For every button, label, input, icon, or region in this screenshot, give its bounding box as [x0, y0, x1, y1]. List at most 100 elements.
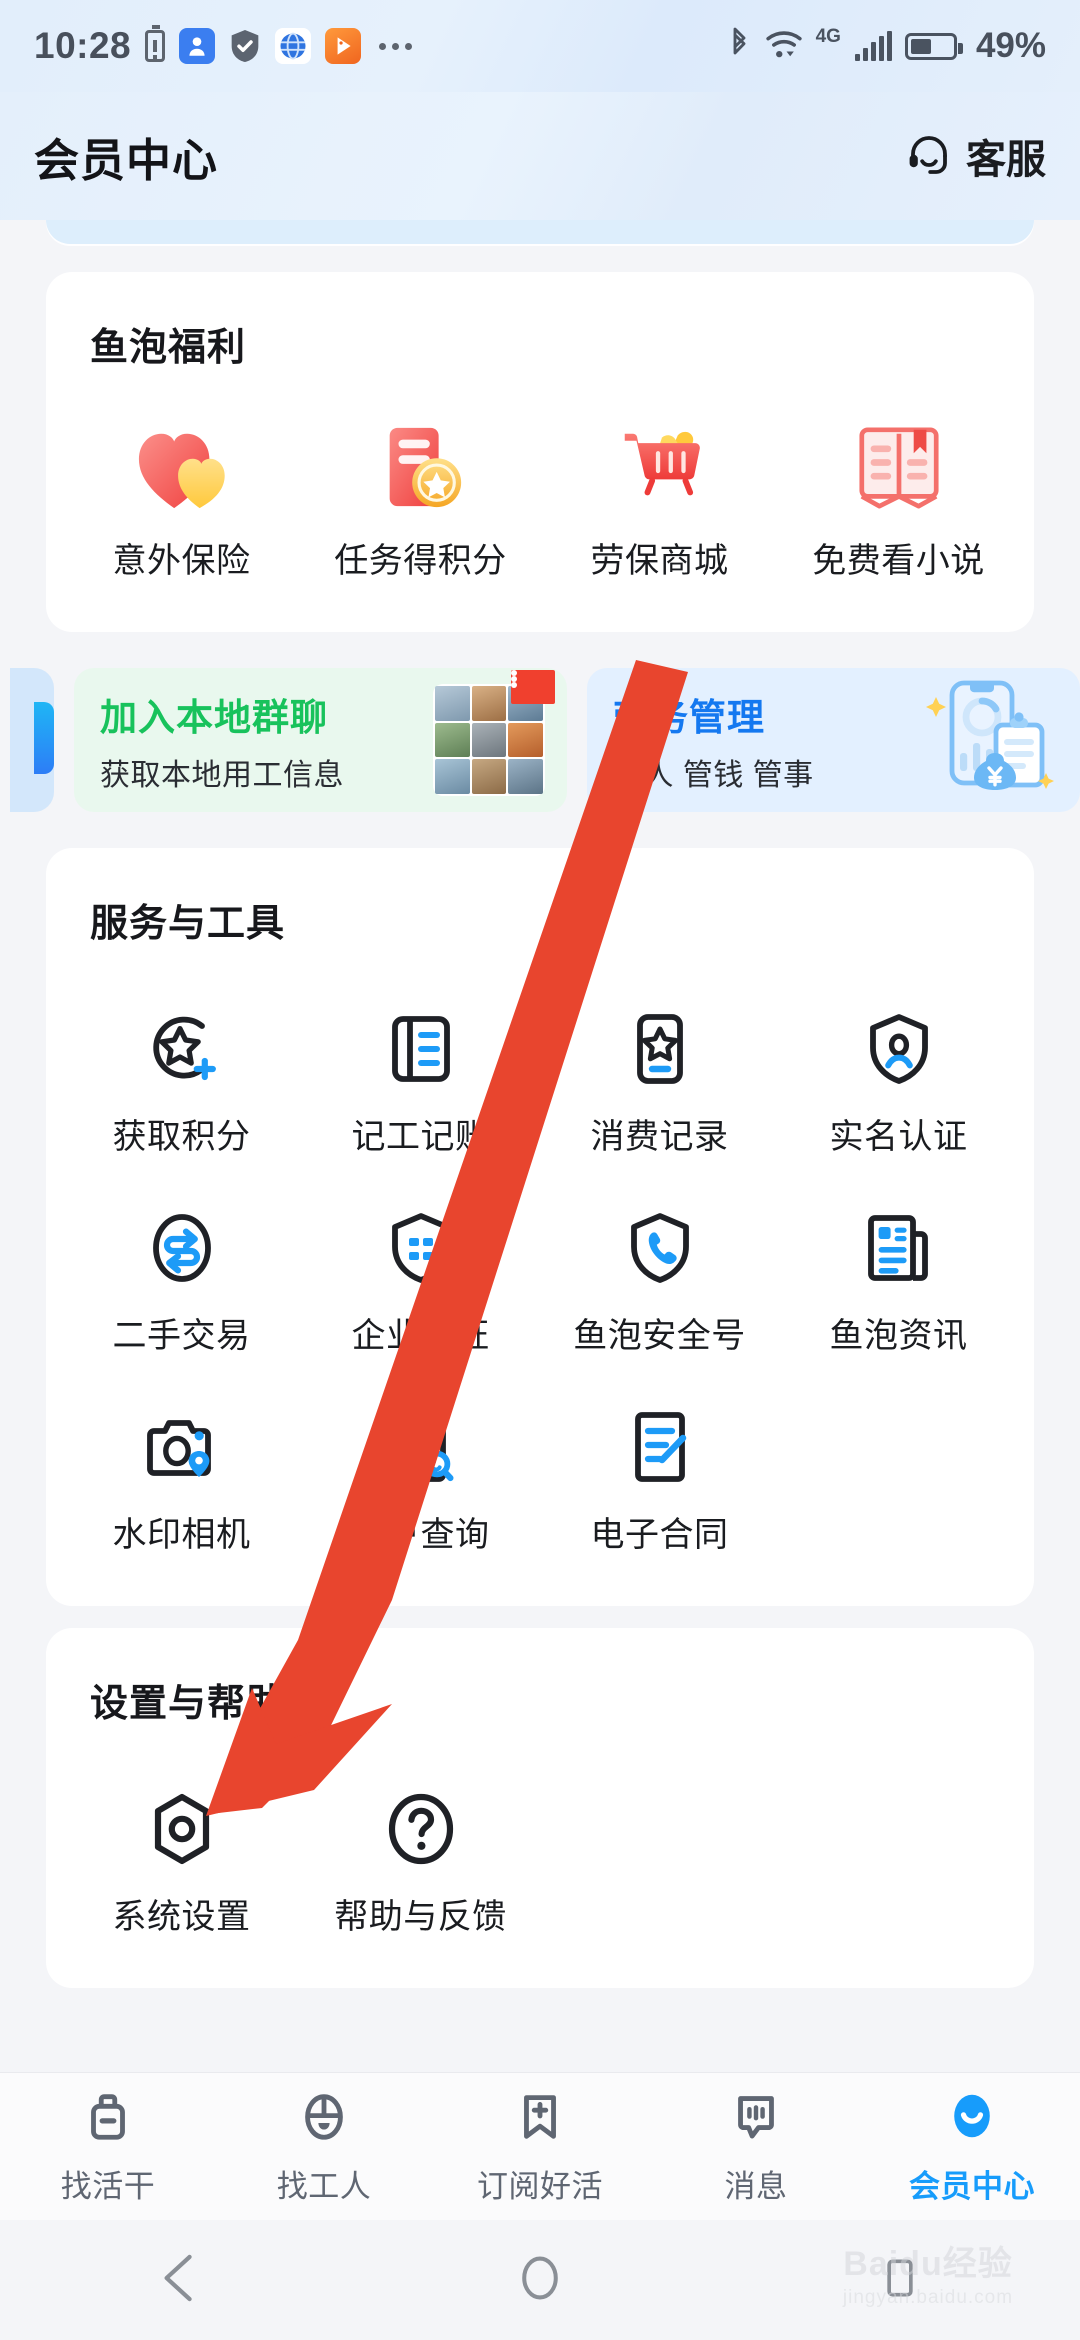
video-play-app-icon	[325, 28, 362, 64]
service-item-real-name-auth[interactable]: 实名认证	[779, 973, 1018, 1172]
services-grid: 获取积分 记工记账 消费记录 实名认证 二手交易 企业认证 鱼泡安全号 鱼泡资讯…	[46, 947, 1034, 1606]
settings-item-system-settings[interactable]: 系统设置	[62, 1753, 301, 1952]
settings-item-label: 帮助与反馈	[334, 1898, 507, 1936]
news-document-icon	[859, 1194, 939, 1288]
star-card-icon	[620, 995, 700, 1089]
location-app-icon	[179, 28, 216, 64]
service-item-company-auth[interactable]: 企业认证	[301, 1172, 540, 1371]
battery-percent-label: 49%	[975, 26, 1046, 65]
tab-member-center[interactable]: 会员中心	[864, 2087, 1080, 2206]
bottom-tab-bar: 找活干 找工人 订阅好活 消息 会员中心	[0, 2072, 1080, 2220]
browser-globe-icon	[275, 28, 312, 64]
phone-screen: 10:28 4G 49% 会员中心 客服 鱼泡福利 意外保险 任务得积分 劳保商…	[0, 0, 1080, 2340]
service-item-user-search[interactable]: 用户查询	[301, 1371, 540, 1570]
services-card: 服务与工具 获取积分 记工记账 消费记录 实名认证 二手交易 企业认证 鱼泡安全…	[46, 848, 1034, 1606]
service-item-work-ledger[interactable]: 记工记账	[301, 973, 540, 1172]
welfare-item-insurance[interactable]: 意外保险	[62, 397, 301, 596]
service-item-label: 水印相机	[112, 1516, 251, 1554]
shield-phone-icon	[620, 1194, 700, 1288]
services-section-title: 服务与工具	[90, 903, 286, 945]
nav-home-button[interactable]	[360, 2253, 720, 2308]
welfare-item-label: 任务得积分	[334, 542, 507, 580]
service-item-label: 电子合同	[590, 1516, 729, 1554]
service-item-news[interactable]: 鱼泡资讯	[779, 1172, 1018, 1371]
person-search-icon	[381, 1393, 461, 1487]
hardhat-icon	[295, 2087, 353, 2150]
service-item-e-contract[interactable]: 电子合同	[540, 1371, 779, 1570]
camera-location-icon	[142, 1393, 222, 1487]
ledger-book-icon	[381, 995, 461, 1089]
service-item-label: 记工记账	[351, 1118, 490, 1156]
banner-previous-peek[interactable]	[10, 668, 54, 812]
service-item-second-hand[interactable]: 二手交易	[62, 1172, 301, 1371]
banner-title: 加入本地群聊	[100, 696, 328, 738]
partial-card-above[interactable]	[46, 220, 1034, 244]
service-item-get-points[interactable]: 获取积分	[62, 973, 301, 1172]
service-item-label: 鱼泡安全号	[573, 1317, 746, 1355]
customer-service-label: 客服	[966, 138, 1046, 182]
battery-alert-icon	[145, 25, 166, 62]
settings-section-title: 设置与帮助	[90, 1683, 286, 1725]
contract-pen-icon	[620, 1393, 700, 1487]
service-item-watermark-camera[interactable]: 水印相机	[62, 1371, 301, 1570]
page-title: 会员中心	[34, 134, 219, 186]
tab-label: 找活干	[60, 2169, 156, 2204]
chat-bubble-icon	[727, 2087, 785, 2150]
nav-back-button[interactable]	[0, 2253, 360, 2308]
tab-label: 会员中心	[909, 2169, 1035, 2204]
settings-item-help-feedback[interactable]: 帮助与反馈	[301, 1753, 540, 1952]
welfare-grid: 意外保险 任务得积分 劳保商城 免费看小说	[46, 371, 1034, 632]
welfare-item-mall[interactable]: 劳保商城	[540, 397, 779, 596]
service-item-label: 实名认证	[829, 1118, 968, 1156]
banner-labor-management[interactable]: 劳务管理 管人 管钱 管事	[587, 668, 1080, 812]
gear-hex-icon	[142, 1775, 222, 1869]
welfare-item-novel[interactable]: 免费看小说	[779, 397, 1018, 596]
welfare-item-task-points[interactable]: 任务得积分	[301, 397, 540, 596]
nav-recents-button[interactable]	[720, 2253, 1080, 2308]
status-bar: 10:28 4G 49%	[0, 0, 1080, 92]
tab-messages[interactable]: 消息	[648, 2087, 864, 2206]
scroll-content[interactable]: 鱼泡福利 意外保险 任务得积分 劳保商城 免费看小说 加入本地群聊 获取本地用工…	[0, 220, 1080, 2072]
status-bar-right: 4G 49%	[727, 26, 1046, 67]
customer-service-button[interactable]: 客服	[905, 127, 1046, 185]
settings-item-label: 系统设置	[112, 1898, 251, 1936]
page-header: 会员中心 客服	[0, 92, 1080, 220]
settings-card: 设置与帮助 系统设置 帮助与反馈	[46, 1628, 1034, 1988]
welfare-item-label: 免费看小说	[812, 542, 985, 580]
network-type-label: 4G	[815, 25, 841, 47]
banner-title: 劳务管理	[613, 696, 765, 738]
status-time: 10:28	[34, 25, 132, 66]
tab-subscribe-jobs[interactable]: 订阅好活	[432, 2087, 648, 2206]
welfare-section-title: 鱼泡福利	[90, 327, 247, 369]
shield-check-icon	[229, 28, 261, 64]
tab-find-workers[interactable]: 找工人	[216, 2087, 432, 2206]
member-avatar-icon	[943, 2087, 1001, 2150]
bluetooth-icon	[727, 26, 752, 67]
home-circle-icon	[518, 2253, 562, 2308]
shield-building-icon	[381, 1194, 461, 1288]
settings-grid: 系统设置 帮助与反馈	[46, 1727, 1034, 1988]
banner-carousel[interactable]: 加入本地群聊 获取本地用工信息 劳务管理 管人 管钱 管事	[0, 654, 1080, 826]
banner-local-group-chat[interactable]: 加入本地群聊 获取本地用工信息	[74, 668, 567, 812]
exchange-arrows-icon	[142, 1194, 222, 1288]
service-item-label: 用户查询	[351, 1516, 490, 1554]
open-book-icon	[852, 419, 946, 513]
heart-insurance-icon	[135, 419, 229, 513]
task-coin-icon	[374, 419, 468, 513]
back-triangle-icon	[157, 2253, 203, 2308]
tab-find-jobs[interactable]: 找活干	[0, 2087, 216, 2206]
service-item-label: 消费记录	[590, 1118, 729, 1156]
service-item-label: 二手交易	[112, 1317, 251, 1355]
status-bar-left: 10:28	[34, 25, 413, 67]
banner-subtitle: 获取本地用工信息	[100, 758, 344, 792]
toolbox-icon	[79, 2087, 137, 2150]
headset-icon	[905, 130, 953, 183]
wifi-icon	[765, 28, 803, 65]
service-item-consumption-record[interactable]: 消费记录	[540, 973, 779, 1172]
android-navigation-bar: Baidu经验 jingyan.baidu.com	[0, 2220, 1080, 2340]
service-item-safe-number[interactable]: 鱼泡安全号	[540, 1172, 779, 1371]
overflow-dots-icon	[379, 42, 413, 50]
phone-clipboard-money-icon	[908, 673, 1058, 808]
bookmark-plus-icon	[511, 2087, 569, 2150]
question-circle-icon	[381, 1775, 461, 1869]
